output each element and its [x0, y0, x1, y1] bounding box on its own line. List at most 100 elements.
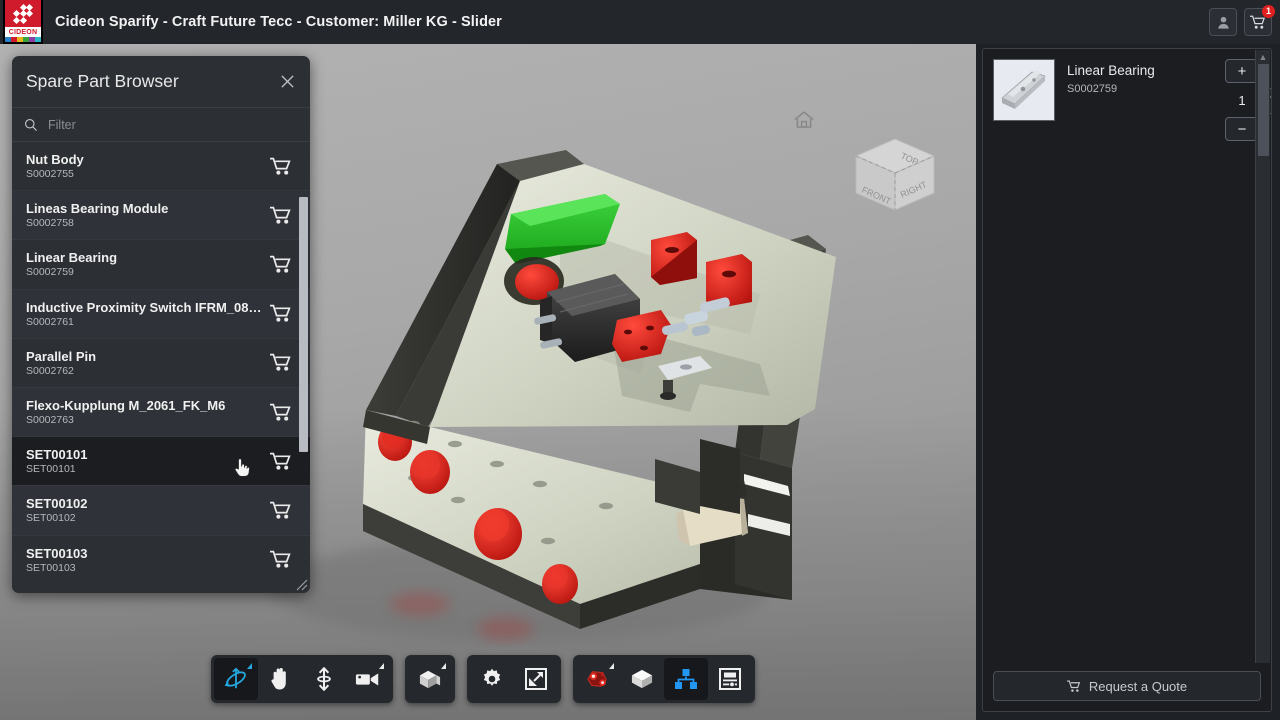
part-list-item[interactable]: Nut Body S0002755	[12, 142, 310, 192]
view-cube[interactable]: TOP FRONT RIGHT	[852, 136, 938, 214]
zoom-tool[interactable]	[302, 658, 346, 700]
structure-tree-icon	[674, 668, 698, 690]
increase-quantity-button[interactable]: +	[1225, 59, 1259, 83]
part-id: S0002761	[26, 315, 74, 328]
part-text: Linear Bearing S0002759	[26, 250, 266, 278]
properties-tool[interactable]	[708, 658, 752, 700]
part-text: Nut Body S0002755	[26, 152, 266, 180]
add-to-cart-button[interactable]	[266, 550, 296, 569]
explode-tool[interactable]	[576, 658, 620, 700]
gear-icon	[481, 668, 503, 690]
part-list-item[interactable]: Linear Bearing S0002759	[12, 240, 310, 290]
isolate-tool[interactable]	[620, 658, 664, 700]
part-list-item[interactable]: SET00101 SET00101	[12, 437, 310, 487]
cart-icon	[1066, 679, 1081, 692]
close-button[interactable]	[274, 69, 300, 95]
search-icon	[25, 118, 38, 131]
cart-item-thumbnail	[993, 59, 1055, 121]
add-to-cart-button[interactable]	[266, 255, 296, 274]
logo-wordmark: CIDEON	[5, 27, 41, 37]
explode-parts-icon	[585, 668, 611, 690]
part-name: Linear Bearing	[26, 250, 118, 266]
home-view-button[interactable]	[793, 110, 815, 129]
logo-mark	[5, 0, 41, 27]
fullscreen-tool[interactable]	[514, 658, 558, 700]
spare-part-browser-panel: Spare Part Browser Nut BodyS0002755 Linea…	[12, 56, 310, 593]
part-text: SET00102 SET00102	[26, 496, 266, 524]
camera-icon	[355, 670, 381, 688]
part-list-item[interactable]: Lineas Bearing Module S0002758	[12, 191, 310, 241]
viewer-toolbar	[211, 655, 755, 703]
quantity-value: 1	[1238, 92, 1246, 108]
part-id: S0002758	[26, 217, 74, 230]
cart-item[interactable]: Linear Bearing S0002759 + 1 −	[993, 59, 1271, 141]
add-to-cart-button[interactable]	[266, 501, 296, 520]
panel-title: Spare Part Browser	[26, 71, 179, 91]
dropdown-indicator-icon[interactable]	[609, 663, 614, 669]
properties-panel-icon	[719, 668, 741, 690]
part-text: Parallel Pin S0002762	[26, 349, 266, 377]
navigation-tools	[211, 655, 393, 703]
close-icon	[280, 75, 294, 88]
part-id: S0002763	[26, 414, 74, 427]
cube-icon	[630, 668, 654, 690]
add-to-cart-button[interactable]	[266, 452, 296, 471]
part-id: SET00102	[26, 512, 76, 525]
orbit-tool[interactable]	[214, 658, 258, 700]
filter-input[interactable]	[48, 117, 298, 132]
part-list-item[interactable]: Flexo-Kupplung M_2061_FK_M6 S0002763	[12, 387, 310, 438]
structure-tree-tool[interactable]	[664, 658, 708, 700]
dropdown-indicator-icon[interactable]	[247, 663, 252, 669]
cideon-logo: CIDEON	[3, 0, 43, 44]
part-text: Lineas Bearing Module S0002758	[26, 201, 266, 229]
cart-scrollbar[interactable]: ▲ ▼	[1255, 50, 1270, 663]
part-id: SET00101	[26, 463, 76, 476]
scroll-up-arrow-icon[interactable]: ▲	[1259, 53, 1268, 62]
user-account-button[interactable]	[1209, 8, 1237, 36]
part-list-item[interactable]: SET00103 SET00103	[12, 536, 310, 578]
browser-footer	[12, 577, 310, 593]
part-list-item[interactable]: SET00102 SET00102	[12, 486, 310, 536]
part-name: SET00103	[26, 545, 88, 561]
cart-items-list: Linear Bearing S0002759 + 1 − ▲	[983, 49, 1271, 663]
part-id: S0002762	[26, 364, 74, 377]
add-to-cart-button[interactable]	[266, 353, 296, 372]
part-list[interactable]: Nut Body S0002755 Lineas Bearing Module S00…	[12, 142, 310, 577]
camera-tool[interactable]	[346, 658, 390, 700]
resize-grip[interactable]	[295, 578, 308, 591]
cart-footer: Request a Quote	[983, 663, 1271, 711]
cart-button[interactable]: 1	[1244, 5, 1275, 36]
add-to-cart-button[interactable]	[266, 403, 296, 422]
settings-tool[interactable]	[470, 658, 514, 700]
cart-item-info: Linear Bearing S0002759	[1067, 59, 1211, 95]
part-id: S0002755	[26, 168, 74, 181]
part-list-item[interactable]: Inductive Proximity Switch IFRM_08… S0002…	[12, 289, 310, 339]
request-quote-button[interactable]: Request a Quote	[993, 671, 1261, 701]
app-title: Cideon Sparify - Craft Future Tecc - Cus…	[55, 14, 502, 30]
filter-row	[12, 108, 310, 142]
part-text: SET00103 SET00103	[26, 546, 266, 574]
add-to-cart-button[interactable]	[266, 304, 296, 323]
expand-arrow-icon	[525, 668, 547, 690]
part-name: Inductive Proximity Switch IFRM_08…	[26, 299, 262, 315]
part-name: Nut Body	[26, 152, 84, 168]
part-list-scrollbar-thumb[interactable]	[299, 197, 308, 452]
add-to-cart-button[interactable]	[266, 157, 296, 176]
zoom-vertical-arrow-icon	[314, 667, 334, 691]
linear-bearing-rail-icon	[1001, 70, 1046, 109]
part-id: SET00103	[26, 561, 76, 574]
pan-tool[interactable]	[258, 658, 302, 700]
add-to-cart-button[interactable]	[266, 206, 296, 225]
cart-scrollbar-thumb[interactable]	[1257, 64, 1269, 156]
dropdown-indicator-icon[interactable]	[379, 663, 384, 669]
home-icon	[794, 111, 814, 128]
part-list-item[interactable]: Parallel Pin S0002762	[12, 339, 310, 388]
cart-panel: Linear Bearing S0002759 + 1 − ▲ Request …	[982, 48, 1272, 712]
dropdown-indicator-icon[interactable]	[441, 663, 446, 669]
part-text: SET00101 SET00101	[26, 447, 266, 475]
logo-diamond-pattern	[12, 3, 34, 24]
decrease-quantity-button[interactable]: −	[1225, 117, 1259, 141]
cart-item-id: S0002759	[1067, 83, 1118, 95]
display-mode-tool[interactable]	[408, 658, 452, 700]
application-window: CIDEON Cideon Sparify - Craft Future Tec…	[0, 0, 1280, 720]
